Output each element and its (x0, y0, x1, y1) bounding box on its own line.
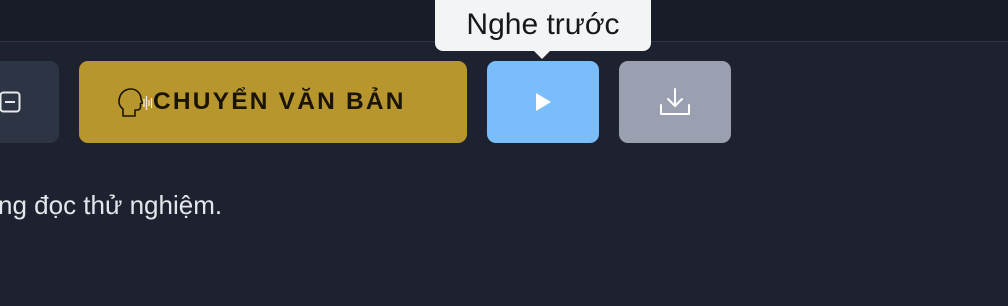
play-icon (536, 93, 551, 111)
content-text: ng đọc thử nghiệm. (0, 190, 223, 220)
play-tooltip: Nghe trước (435, 0, 651, 51)
download-icon (660, 88, 690, 115)
convert-text-button[interactable]: CHUYỂN VĂN BẢN (79, 61, 467, 143)
tooltip-arrow (533, 50, 551, 59)
box-arrow-icon (0, 91, 21, 113)
preview-play-button[interactable] (487, 61, 599, 143)
convert-button-label: CHUYỂN VĂN BẢN (153, 88, 406, 115)
partial-left-button[interactable] (0, 61, 59, 143)
download-button[interactable] (619, 61, 731, 143)
speaking-head-icon (118, 88, 153, 117)
